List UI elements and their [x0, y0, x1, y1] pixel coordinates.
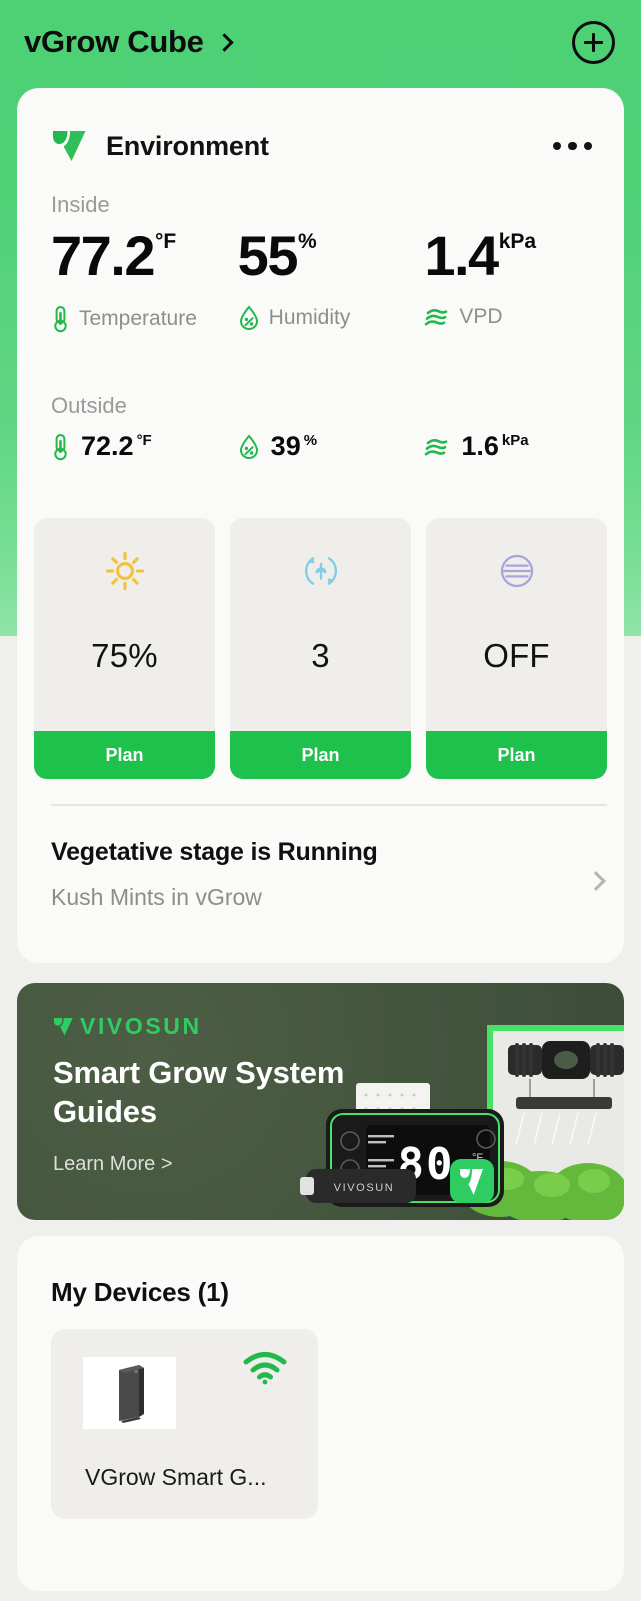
metric-vpd-inside[interactable]: 1.4 kPa VPD — [424, 228, 611, 333]
control-tile-light[interactable]: 75% Plan — [34, 518, 215, 779]
humidifier-mist-icon — [500, 554, 533, 588]
metric-unit: °F — [136, 432, 152, 449]
my-devices-card: My Devices (1) VGrow Smart G... — [17, 1236, 624, 1591]
control-tile-circulation[interactable]: 3 Plan — [230, 518, 411, 779]
control-value: 3 — [311, 637, 330, 674]
promo-headline: Smart Grow System Guides — [53, 1055, 345, 1130]
environment-card-header: Environment — [51, 126, 594, 166]
device-thumbnail — [83, 1357, 176, 1429]
control-value: OFF — [483, 637, 550, 674]
outside-label: Outside — [51, 393, 127, 418]
my-devices-title: My Devices (1) — [51, 1277, 229, 1307]
humidity-droplet-icon — [239, 433, 258, 459]
plan-button-humidifier[interactable]: Plan — [426, 731, 607, 779]
metric-unit: % — [303, 432, 318, 449]
metric-value: 55 — [237, 224, 299, 287]
vivosun-wordmark: VIVOSUN — [80, 1013, 202, 1039]
control-tile-humidifier[interactable]: OFF Plan — [426, 518, 607, 779]
grow-cabinet-icon — [118, 1365, 144, 1423]
wifi-icon — [243, 1352, 287, 1385]
grow-stage-row[interactable]: Vegetative stage is Running Kush Mints i… — [51, 838, 607, 938]
environment-title: Environment — [106, 130, 269, 161]
thermometer-icon — [54, 306, 67, 333]
inside-metrics: 77.2 °F Temperature 55 % Humidity 1.4 kP… — [51, 228, 611, 333]
top-bar: vGrow Cube — [0, 0, 641, 84]
plan-button-light[interactable]: Plan — [34, 731, 215, 779]
control-value: 75% — [91, 637, 158, 674]
plan-button-circulation[interactable]: Plan — [230, 731, 411, 779]
metric-value: 77.2 — [51, 224, 156, 287]
metric-label: Humidity — [268, 306, 351, 329]
page-title: vGrow Cube — [24, 24, 204, 59]
metric-value: 39 — [270, 431, 301, 461]
more-options-icon[interactable] — [551, 132, 595, 161]
sun-icon — [105, 551, 144, 591]
metric-label: Temperature — [79, 307, 197, 330]
vivosun-leaf-logo-icon — [54, 1018, 73, 1036]
metric-unit: kPa — [501, 432, 529, 449]
grow-stage-title: Vegetative stage is Running — [51, 838, 378, 866]
add-device-button[interactable] — [572, 20, 615, 64]
outside-metrics: 72.2 °F 39 % 1.6 kPa — [51, 431, 611, 462]
metric-temperature-outside: 72.2 °F — [51, 431, 238, 462]
metric-temperature-inside[interactable]: 77.2 °F Temperature — [51, 228, 238, 333]
vivosun-leaf-logo-icon — [53, 131, 86, 161]
metric-humidity-outside: 39 % — [238, 431, 425, 462]
metric-unit: kPa — [498, 230, 537, 253]
inside-label: Inside — [51, 192, 110, 217]
metric-humidity-inside[interactable]: 55 % Humidity — [238, 228, 425, 333]
vpd-waves-icon — [425, 309, 448, 326]
control-tiles: 75% Plan 3 Plan OFF Plan — [34, 518, 607, 779]
metric-value: 72.2 — [81, 431, 134, 461]
chevron-right-icon — [214, 33, 234, 52]
humidity-droplet-icon — [239, 305, 258, 331]
divider — [51, 804, 607, 806]
promo-banner[interactable]: 80 °F 18 VIVOSUN — [17, 983, 624, 1220]
metric-value: 1.4 — [424, 224, 499, 287]
grow-space-selector[interactable]: vGrow Cube — [24, 24, 234, 60]
air-circulation-leaf-icon — [304, 557, 337, 585]
thermometer-icon — [54, 433, 67, 460]
metric-label: VPD — [459, 305, 503, 328]
metric-vpd-outside: 1.6 kPa — [424, 431, 611, 462]
svg-text:VIVOSUN: VIVOSUN — [334, 1182, 395, 1194]
device-name: VGrow Smart G... — [85, 1464, 267, 1490]
vpd-waves-icon — [425, 438, 448, 455]
promo-banner-text: VIVOSUN Smart Grow System Guides Learn M… — [53, 1013, 413, 1176]
metric-unit: °F — [155, 230, 177, 253]
grow-stage-subtitle: Kush Mints in vGrow — [51, 884, 262, 910]
learn-more-link[interactable]: Learn More > — [53, 1153, 413, 1176]
vivosun-brand: VIVOSUN — [53, 1013, 413, 1040]
metric-value: 1.6 — [461, 431, 499, 461]
metric-unit: % — [297, 230, 317, 253]
device-tile[interactable]: VGrow Smart G... — [51, 1329, 318, 1519]
environment-card: Environment Inside 77.2 °F Temperature 5… — [17, 88, 624, 963]
